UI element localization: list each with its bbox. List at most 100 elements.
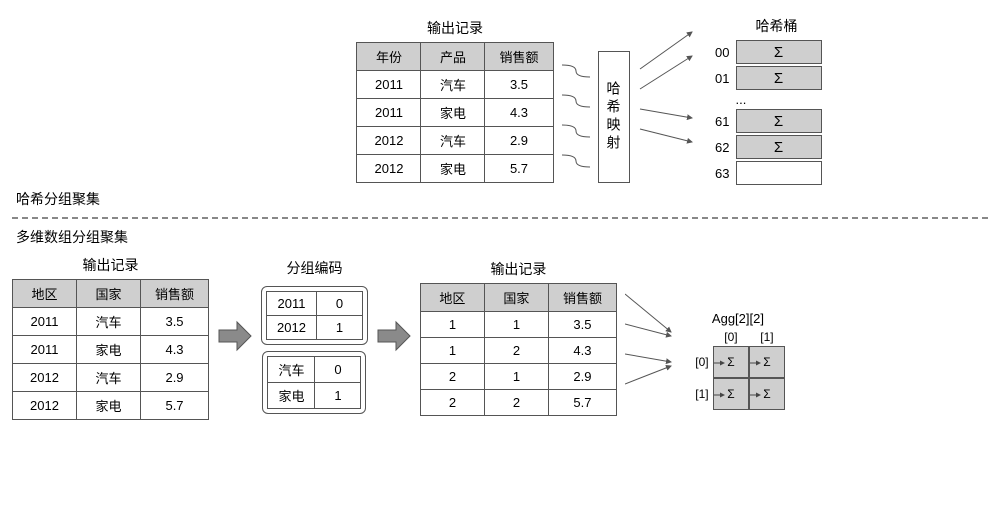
hash-map-label: 哈希映射 bbox=[604, 81, 624, 153]
section-divider bbox=[12, 217, 988, 219]
cell: 2012 bbox=[13, 392, 77, 420]
cell: 2.9 bbox=[485, 127, 553, 155]
cell: 2 bbox=[420, 364, 484, 390]
cell: 2011 bbox=[13, 308, 77, 336]
agg-row-idx: [0] bbox=[695, 355, 708, 369]
cell: 2012 bbox=[357, 155, 421, 183]
bucket-cell: Σ bbox=[736, 66, 822, 90]
bucket-id: 62 bbox=[706, 140, 730, 155]
cell: 汽车 bbox=[421, 127, 485, 155]
cell: 家电 bbox=[421, 155, 485, 183]
cell: 汽车 bbox=[268, 356, 315, 382]
cell: 3.5 bbox=[485, 71, 553, 99]
cell: 1 bbox=[484, 364, 548, 390]
code-table-year: 20110 20121 bbox=[266, 291, 363, 340]
cell: 3.5 bbox=[548, 312, 616, 338]
bucket-id: 61 bbox=[706, 114, 730, 129]
bucket-ellipsis: ... bbox=[706, 92, 747, 107]
cell: 家电 bbox=[268, 382, 315, 408]
agg-cell: Σ bbox=[749, 346, 785, 378]
cell: 1 bbox=[420, 338, 484, 364]
col-header: 年份 bbox=[357, 43, 421, 71]
cell: 4.3 bbox=[141, 336, 209, 364]
cell: 2011 bbox=[357, 71, 421, 99]
array-aggregate-diagram: 输出记录 地区 国家 销售额 2011汽车3.5 2011家电4.3 2012汽… bbox=[12, 251, 988, 420]
col-header: 地区 bbox=[420, 284, 484, 312]
agg-array-block: Agg[2][2] [0] [1] [0] Σ Σ [1] Σ Σ bbox=[691, 311, 785, 410]
bucket-id: 63 bbox=[706, 166, 730, 181]
cell: 家电 bbox=[77, 336, 141, 364]
cell: 家电 bbox=[421, 99, 485, 127]
bottom-right-block: 输出记录 地区 国家 销售额 113.5 124.3 212.9 225.7 bbox=[420, 255, 617, 416]
hash-map-box: 哈希映射 bbox=[598, 51, 630, 183]
cell: 5.7 bbox=[485, 155, 553, 183]
agg-col-idx: [1] bbox=[760, 330, 773, 344]
cell: 4.3 bbox=[485, 99, 553, 127]
cell: 2.9 bbox=[548, 364, 616, 390]
sigma-icon: Σ bbox=[774, 44, 783, 61]
arrow-right-icon bbox=[217, 318, 253, 354]
col-header: 地区 bbox=[13, 280, 77, 308]
cell: 汽车 bbox=[421, 71, 485, 99]
col-header: 国家 bbox=[484, 284, 548, 312]
hash-fanout-arrows bbox=[638, 14, 698, 184]
code-title: 分组编码 bbox=[286, 258, 342, 278]
cell: 2012 bbox=[13, 364, 77, 392]
row-brackets bbox=[562, 51, 590, 183]
bottom-left-table: 地区 国家 销售额 2011汽车3.5 2011家电4.3 2012汽车2.9 … bbox=[12, 279, 209, 420]
cell: 0 bbox=[316, 291, 362, 315]
cell: 2011 bbox=[267, 291, 317, 315]
bucket-cell: Σ bbox=[736, 109, 822, 133]
cell: 3.5 bbox=[141, 308, 209, 336]
cell: 2011 bbox=[13, 336, 77, 364]
cell: 1 bbox=[315, 382, 361, 408]
col-header: 销售额 bbox=[141, 280, 209, 308]
code-table-product: 汽车0 家电1 bbox=[267, 356, 361, 409]
hash-aggregate-diagram: 输出记录 年份 产品 销售额 2011汽车3.5 2011家电4.3 2012汽… bbox=[12, 12, 988, 185]
cell: 汽车 bbox=[77, 308, 141, 336]
row-to-agg-lines bbox=[625, 276, 675, 416]
col-header: 销售额 bbox=[485, 43, 553, 71]
agg-label: Agg[2][2] bbox=[712, 311, 764, 326]
bucket-title: 哈希桶 bbox=[732, 16, 822, 36]
cell: 2 bbox=[420, 390, 484, 416]
cell: 2 bbox=[484, 390, 548, 416]
cell: 0 bbox=[315, 356, 361, 382]
sigma-icon: Σ bbox=[774, 70, 783, 87]
top-output-table: 年份 产品 销售额 2011汽车3.5 2011家电4.3 2012汽车2.9 … bbox=[356, 42, 553, 183]
cell: 2012 bbox=[267, 315, 317, 339]
group-code-block: 分组编码 20110 20121 汽车0 家电1 bbox=[261, 258, 368, 414]
agg-cell: Σ bbox=[713, 346, 749, 378]
agg-cell: Σ bbox=[713, 378, 749, 410]
bottom-left-block: 输出记录 地区 国家 销售额 2011汽车3.5 2011家电4.3 2012汽… bbox=[12, 251, 209, 420]
agg-col-idx: [0] bbox=[724, 330, 737, 344]
bucket-id: 00 bbox=[706, 45, 730, 60]
cell: 2012 bbox=[357, 127, 421, 155]
arrow-right-icon bbox=[376, 318, 412, 354]
bottom-left-title: 输出记录 bbox=[12, 255, 209, 275]
col-header: 国家 bbox=[77, 280, 141, 308]
cell: 汽车 bbox=[77, 364, 141, 392]
bottom-caption: 多维数组分组聚集 bbox=[16, 227, 988, 247]
col-header: 产品 bbox=[421, 43, 485, 71]
bucket-block: 哈希桶 00 Σ 01 Σ ... 61 Σ 62 Σ 63 bbox=[706, 12, 822, 185]
cell: 2.9 bbox=[141, 364, 209, 392]
cell: 1 bbox=[484, 312, 548, 338]
top-caption: 哈希分组聚集 bbox=[16, 189, 988, 209]
bucket-cell: Σ bbox=[736, 135, 822, 159]
col-header: 销售额 bbox=[548, 284, 616, 312]
cell: 1 bbox=[420, 312, 484, 338]
agg-cell: Σ bbox=[749, 378, 785, 410]
bucket-cell-empty bbox=[736, 161, 822, 185]
bottom-right-table: 地区 国家 销售额 113.5 124.3 212.9 225.7 bbox=[420, 283, 617, 416]
cell: 1 bbox=[316, 315, 362, 339]
bucket-cell: Σ bbox=[736, 40, 822, 64]
cell: 5.7 bbox=[548, 390, 616, 416]
bucket-id: 01 bbox=[706, 71, 730, 86]
top-table-block: 输出记录 年份 产品 销售额 2011汽车3.5 2011家电4.3 2012汽… bbox=[356, 14, 553, 183]
cell: 4.3 bbox=[548, 338, 616, 364]
sigma-icon: Σ bbox=[774, 139, 783, 156]
cell: 2 bbox=[484, 338, 548, 364]
cell: 2011 bbox=[357, 99, 421, 127]
sigma-icon: Σ bbox=[774, 113, 783, 130]
